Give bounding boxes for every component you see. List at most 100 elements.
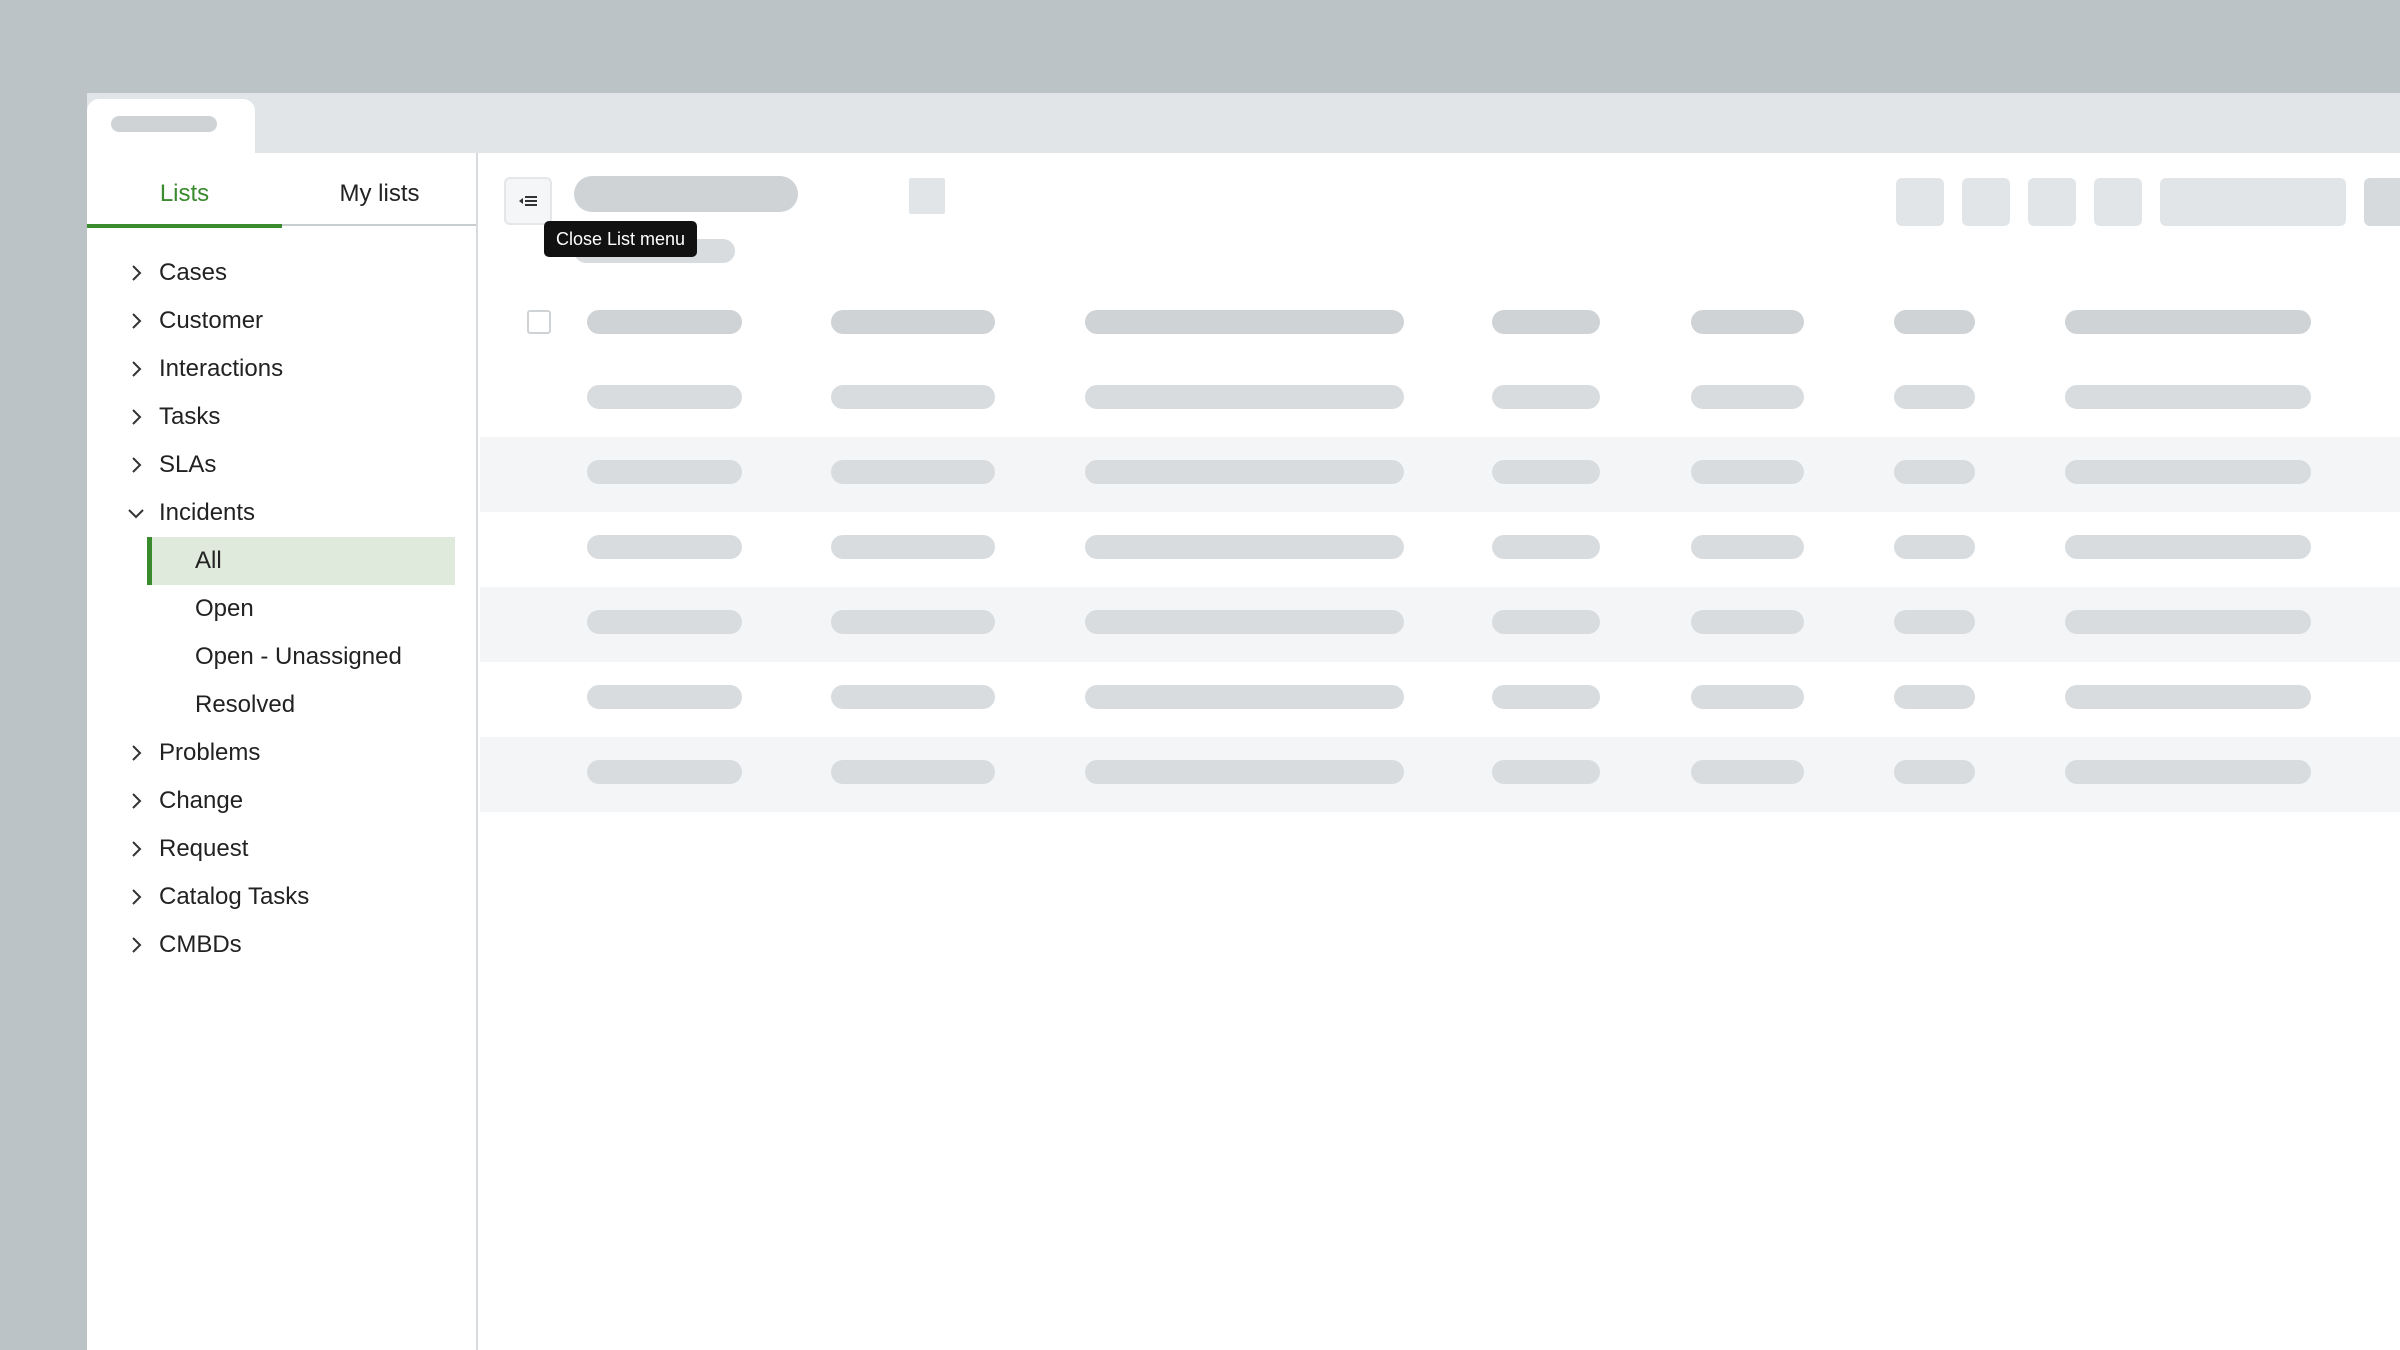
tooltip-text: Close List menu [556, 228, 686, 249]
table-header-placeholder [587, 310, 742, 334]
app-window: Lists My lists Cases Customer Interactio… [87, 93, 2400, 1350]
table-cell-placeholder [2065, 385, 2311, 409]
chevron-down-icon [128, 509, 144, 519]
chevron-right-icon [132, 889, 142, 905]
table-cell-placeholder [831, 460, 995, 484]
collapse-list-menu-icon [519, 196, 537, 206]
tree-item-label: Tasks [159, 403, 221, 430]
tree-child-open[interactable]: Open [147, 585, 455, 633]
chevron-right-icon [132, 937, 142, 953]
list-title-placeholder [574, 176, 798, 212]
tree-item-incidents[interactable]: Incidents [87, 489, 476, 537]
toolbar-button-placeholder [1962, 178, 2010, 226]
table-cell-placeholder [1691, 535, 1804, 559]
table-cell-placeholder [587, 685, 742, 709]
list-menu-tabs: Lists My lists [87, 153, 477, 228]
tree-item-request[interactable]: Request [87, 825, 476, 873]
tree-item-label: Catalog Tasks [159, 883, 310, 910]
title-action-placeholder [909, 178, 945, 214]
tab-my-lists[interactable]: My lists [282, 153, 477, 226]
tree-item-tasks[interactable]: Tasks [87, 393, 476, 441]
tree-item-label: Change [159, 787, 244, 814]
table-cell-placeholder [2065, 685, 2311, 709]
toolbar-button-placeholder [1896, 178, 1944, 226]
tree-item-label: CMBDs [159, 931, 242, 958]
table-cell-placeholder [1894, 610, 1975, 634]
tree-child-label: All [195, 547, 222, 574]
tree-item-label: SLAs [159, 451, 217, 478]
chevron-right-icon [132, 745, 142, 761]
table-cell-placeholder [1894, 460, 1975, 484]
tree-item-customer[interactable]: Customer [87, 297, 476, 345]
tree-item-label: Interactions [159, 355, 284, 382]
table-cell-placeholder [1691, 760, 1804, 784]
table-cell-placeholder [1492, 460, 1600, 484]
table-header-placeholder [831, 310, 995, 334]
table-cell-placeholder [1492, 535, 1600, 559]
table-cell-placeholder [587, 535, 742, 559]
select-all-checkbox[interactable] [527, 310, 551, 334]
table-header-placeholder [1085, 310, 1404, 334]
table-cell-placeholder [831, 385, 995, 409]
table-cell-placeholder [1691, 460, 1804, 484]
table-cell-placeholder [831, 610, 995, 634]
tree-item-change[interactable]: Change [87, 777, 476, 825]
table-cell-placeholder [1492, 385, 1600, 409]
table-cell-placeholder [1085, 535, 1404, 559]
tree-item-interactions[interactable]: Interactions [87, 345, 476, 393]
table-cell-placeholder [1492, 610, 1600, 634]
tree-child-open-unassigned[interactable]: Open - Unassigned [147, 633, 455, 681]
chevron-right-icon [132, 361, 142, 377]
table-cell-placeholder [2065, 460, 2311, 484]
table-header-placeholder [1894, 310, 1975, 334]
table-cell-placeholder [1894, 385, 1975, 409]
table-cell-placeholder [1894, 760, 1975, 784]
table-cell-placeholder [1085, 760, 1404, 784]
tree-child-label: Open [195, 595, 254, 622]
table-cell-placeholder [1492, 760, 1600, 784]
table-cell-placeholder [2065, 535, 2311, 559]
table-cell-placeholder [831, 685, 995, 709]
table-cell-placeholder [2065, 760, 2311, 784]
table-cell-placeholder [1894, 535, 1975, 559]
toolbar-wide-button-placeholder [2160, 178, 2346, 226]
toolbar-button-placeholder [2094, 178, 2142, 226]
tree-item-cases[interactable]: Cases [87, 249, 476, 297]
tab-title-placeholder [111, 116, 217, 132]
table-header-placeholder [1492, 310, 1600, 334]
tree-item-catalog-tasks[interactable]: Catalog Tasks [87, 873, 476, 921]
tree-item-label: Incidents [159, 499, 256, 526]
table-cell-placeholder [1085, 610, 1404, 634]
tree-item-slas[interactable]: SLAs [87, 441, 476, 489]
table-cell-placeholder [1085, 685, 1404, 709]
table-header-placeholder [1691, 310, 1804, 334]
table-cell-placeholder [1085, 385, 1404, 409]
table-cell-placeholder [1894, 685, 1975, 709]
chevron-right-icon [132, 841, 142, 857]
primary-button-placeholder [2364, 178, 2400, 226]
chevron-right-icon [132, 313, 142, 329]
tab-lists[interactable]: Lists [87, 153, 282, 228]
tree-child-label: Resolved [195, 691, 296, 718]
list-menu: Lists My lists Cases Customer Interactio… [87, 153, 478, 1350]
table-cell-placeholder [1691, 385, 1804, 409]
tree-child-all[interactable]: All [147, 537, 455, 585]
tree-child-resolved[interactable]: Resolved [147, 681, 455, 729]
table-cell-placeholder [587, 610, 742, 634]
table-header-placeholder [2065, 310, 2311, 334]
close-list-menu-button[interactable] [504, 177, 552, 225]
chevron-right-icon [132, 457, 142, 473]
tree-item-problems[interactable]: Problems [87, 729, 476, 777]
tab-my-lists-label: My lists [339, 179, 420, 207]
browser-tab[interactable] [87, 99, 255, 153]
table-cell-placeholder [1691, 610, 1804, 634]
close-list-menu-tooltip: Close List menu [544, 221, 698, 257]
chevron-right-icon [132, 793, 142, 809]
tree-child-label: Open - Unassigned [195, 643, 402, 670]
tree-item-label: Customer [159, 307, 264, 334]
toolbar-button-placeholder [2028, 178, 2076, 226]
tab-lists-label: Lists [159, 179, 210, 207]
tree-item-cmbds[interactable]: CMBDs [87, 921, 476, 969]
tree-item-label: Problems [159, 739, 261, 766]
table-cell-placeholder [587, 760, 742, 784]
